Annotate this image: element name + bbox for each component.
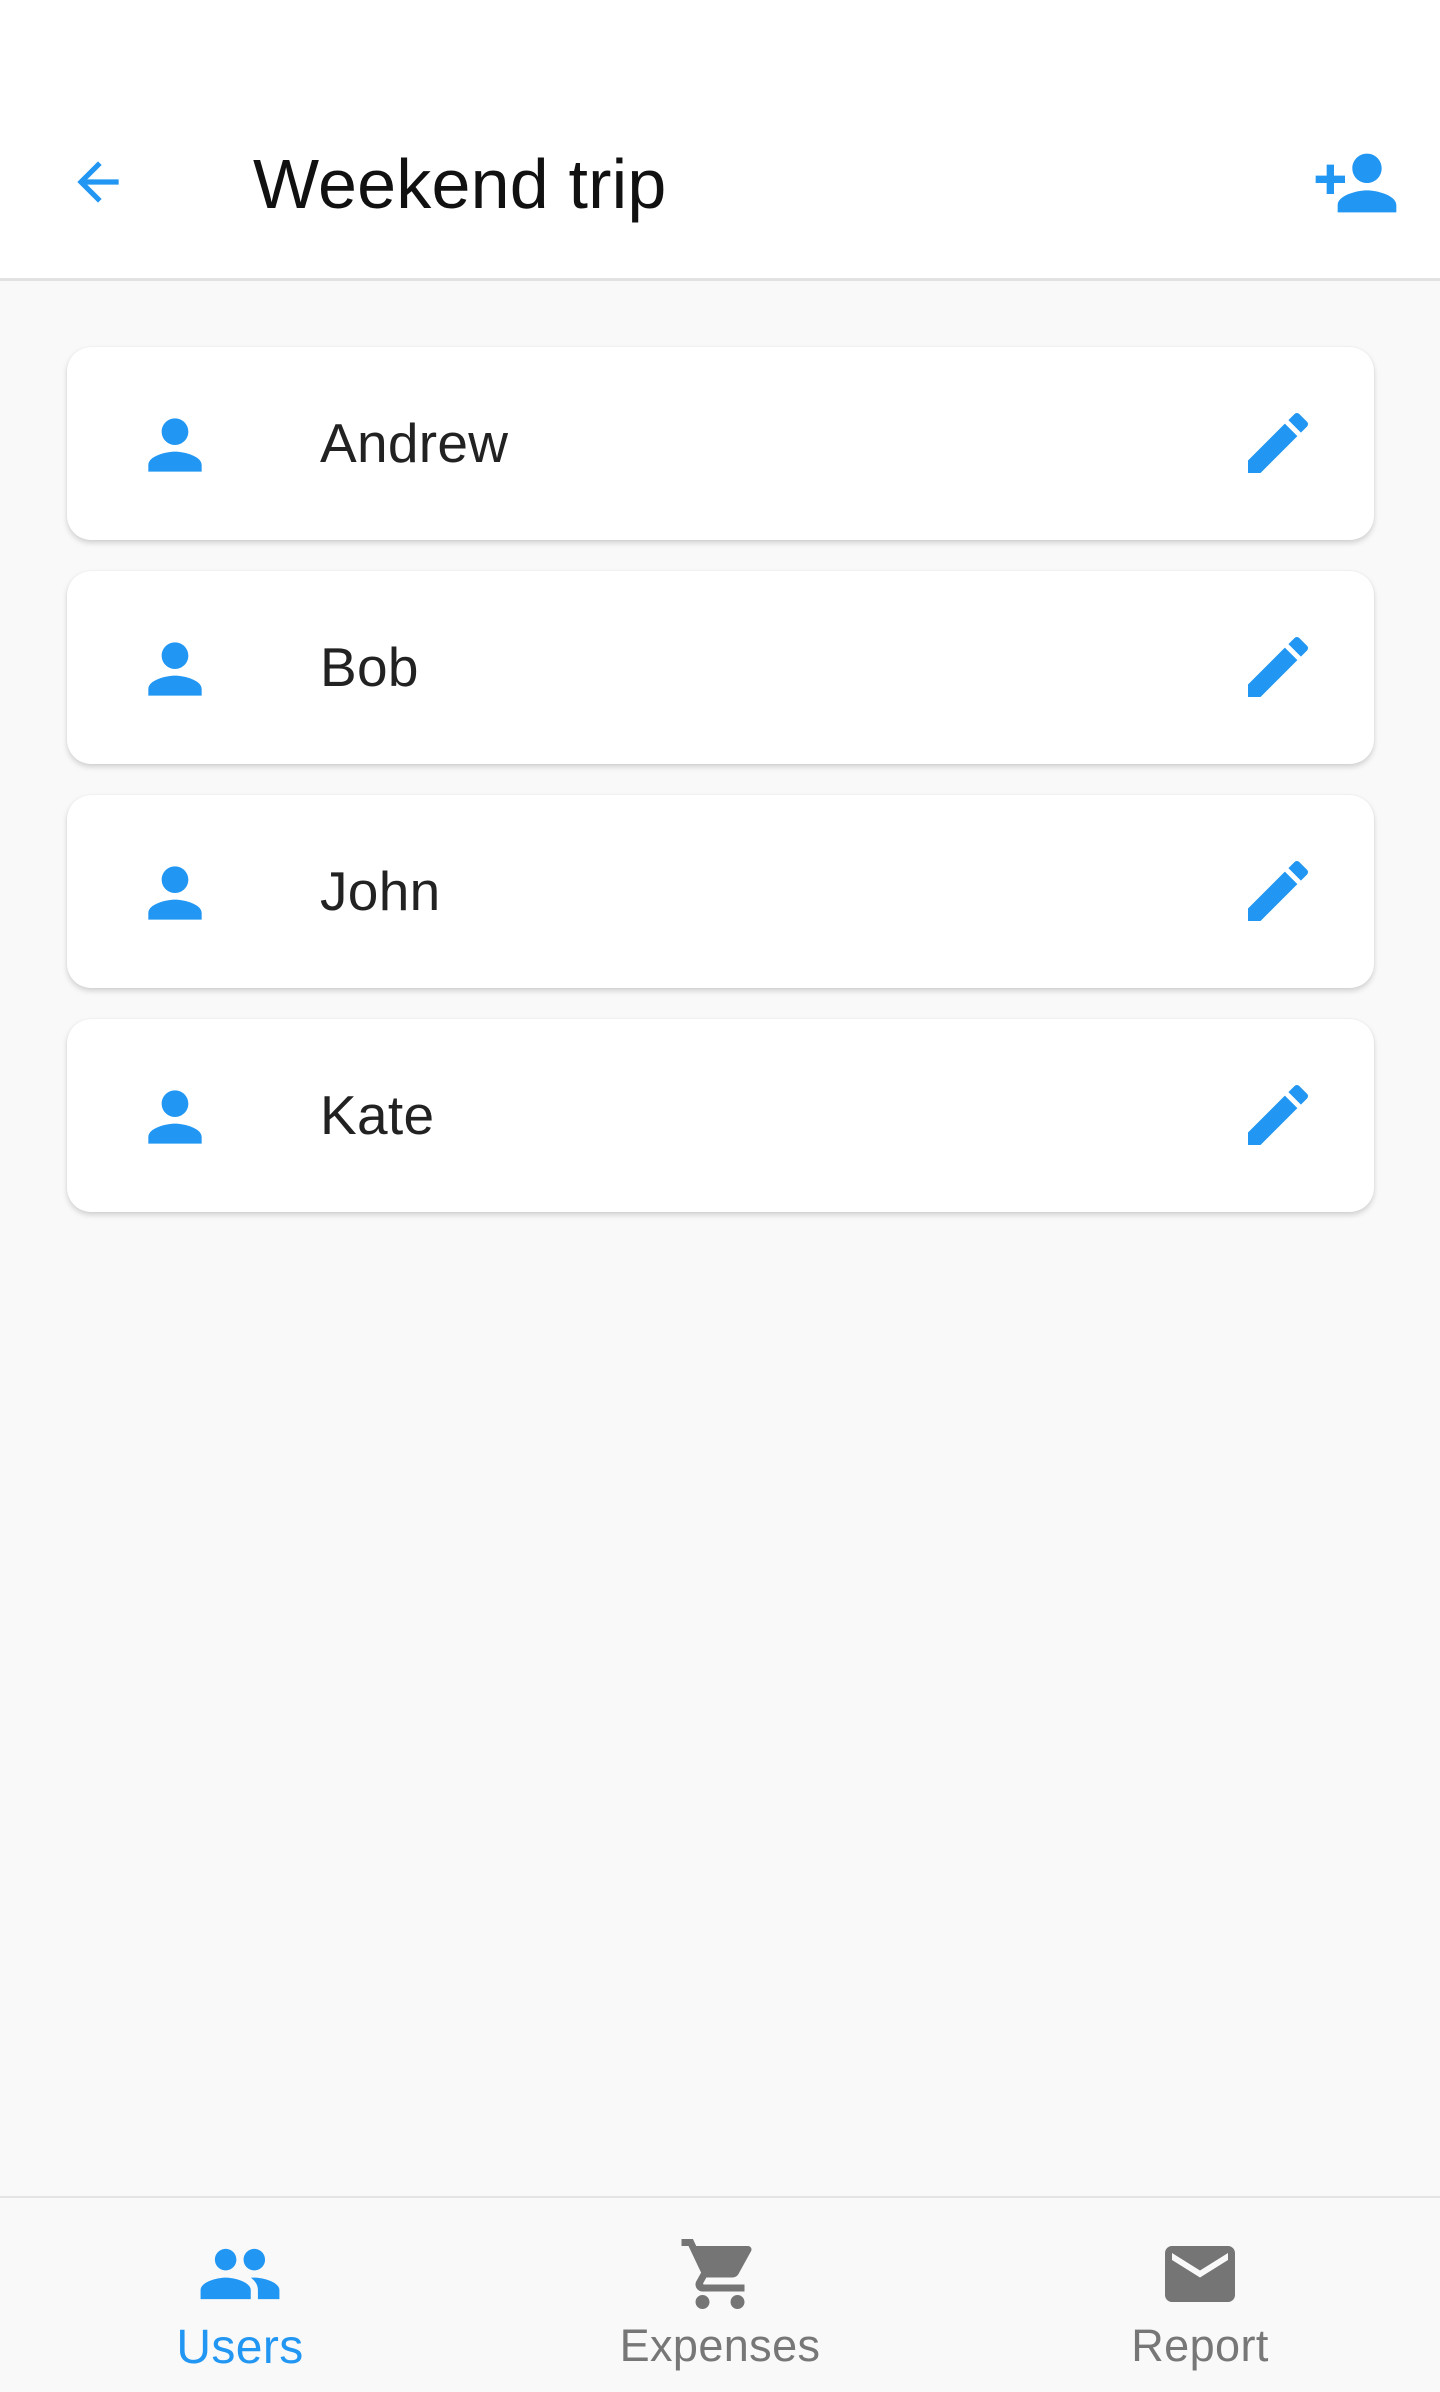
edit-pencil-icon (1248, 412, 1309, 473)
user-card-bob[interactable]: Bob (67, 571, 1374, 764)
user-list: Andrew Bob John Kate (67, 347, 1374, 1243)
edit-pencil-icon (1248, 636, 1309, 697)
edit-user-button[interactable] (1230, 619, 1326, 715)
bottom-navigation: Users Expenses Report (0, 2196, 1440, 2392)
app-bar: Weekend trip (0, 0, 1440, 281)
people-icon (200, 2248, 280, 2300)
person-icon (148, 866, 202, 920)
add-user-button[interactable] (1306, 136, 1406, 230)
person-icon (148, 1090, 202, 1144)
edit-pencil-icon (1248, 1084, 1309, 1145)
edit-user-button[interactable] (1230, 1067, 1326, 1163)
nav-tab-report[interactable]: Report (960, 2198, 1440, 2392)
app-screen: Weekend trip Andrew Bob John Kate Users … (0, 0, 1440, 2392)
user-card-john[interactable]: John (67, 795, 1374, 988)
user-card-andrew[interactable]: Andrew (67, 347, 1374, 540)
person-icon (148, 642, 202, 696)
edit-pencil-icon (1248, 860, 1309, 921)
person-icon (148, 418, 202, 472)
user-name: Bob (320, 636, 419, 698)
user-name: Andrew (320, 412, 509, 474)
person-add-icon (1315, 153, 1397, 213)
user-name: Kate (320, 1084, 435, 1146)
mail-icon (1165, 2246, 1235, 2302)
page-title: Weekend trip (253, 145, 667, 223)
nav-tab-expenses[interactable]: Expenses (480, 2198, 960, 2392)
nav-tab-users[interactable]: Users (0, 2198, 480, 2392)
user-name: John (320, 860, 441, 922)
edit-user-button[interactable] (1230, 843, 1326, 939)
nav-label-expenses: Expenses (619, 2320, 821, 2371)
nav-label-report: Report (1131, 2320, 1269, 2371)
edit-user-button[interactable] (1230, 395, 1326, 491)
back-button[interactable] (58, 138, 138, 226)
user-card-kate[interactable]: Kate (67, 1019, 1374, 1212)
nav-label-users: Users (176, 2321, 304, 2374)
shopping-cart-icon (681, 2239, 752, 2309)
arrow-back-icon (77, 161, 119, 203)
